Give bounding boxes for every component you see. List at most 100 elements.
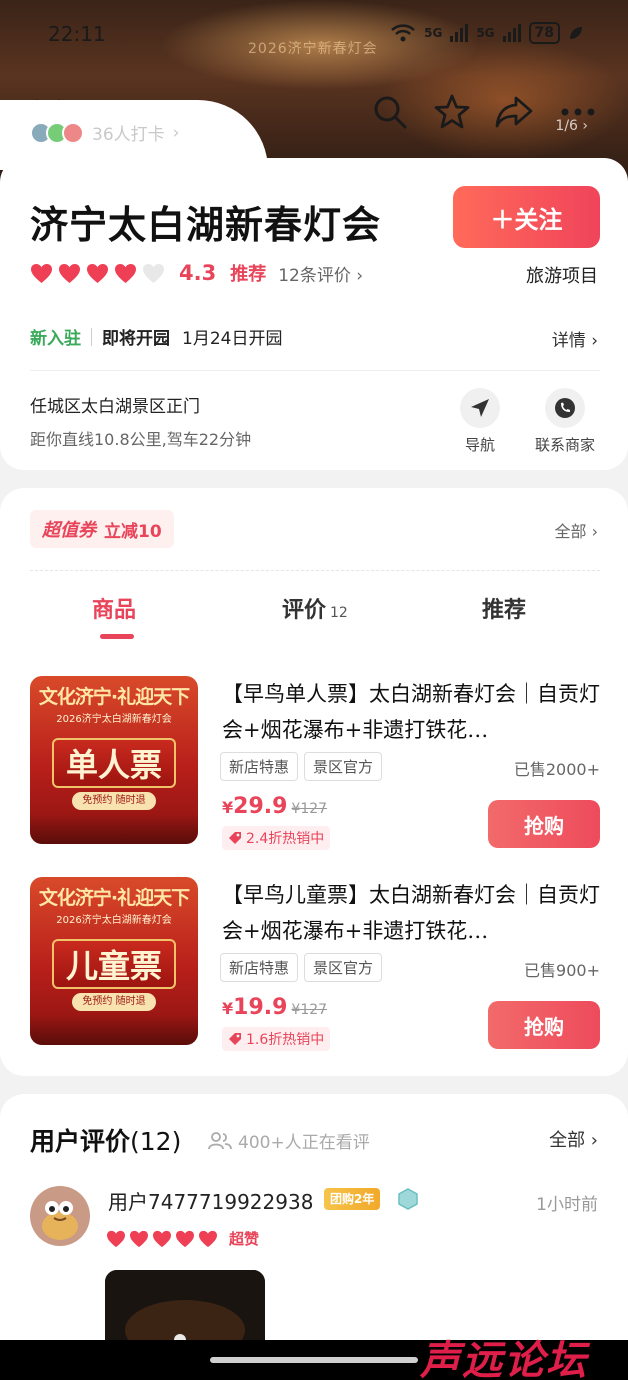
original-price: ¥127 (291, 801, 328, 817)
watermark-logo: 声远论坛 (420, 1338, 588, 1380)
product-item[interactable]: 文化济宁·礼迎天下 2026济宁太白湖新春灯会 单人票 免预约 随时退 【早鸟单… (0, 676, 628, 856)
leaf-icon (570, 27, 582, 39)
review-praise: 超赞 (229, 1230, 260, 1248)
tab-products[interactable]: 商品 (92, 592, 136, 624)
heart-empty-icon (143, 263, 164, 283)
heart-filled-icon (153, 1230, 171, 1247)
network-5g-1: 5G (424, 26, 443, 40)
more-button[interactable] (556, 90, 600, 134)
product-tag: 新店特惠 (220, 953, 299, 982)
search-button[interactable] (368, 90, 412, 134)
status-bar: 22:11 5G 5G 78 (0, 0, 628, 70)
coupon-badge: 超值券 (42, 520, 96, 541)
checkin-bar[interactable]: 36人打卡 › (30, 120, 179, 145)
product-title: 【早鸟儿童票】太白湖新春灯会｜自贡灯会+烟花瀑布+非遗打铁花… (222, 883, 600, 943)
product-tags: 新店特惠 景区官方 (220, 953, 383, 982)
detail-link[interactable]: 详情 › (552, 326, 598, 351)
heart-filled-icon (87, 263, 108, 283)
hot-sale-badge: 2.4折热销中 (222, 826, 331, 850)
category-label: 旅游项目 (526, 266, 598, 287)
tab-bar: 商品 评价 12 推荐 (0, 588, 628, 648)
contact-merchant-button[interactable]: 联系商家 (525, 388, 605, 455)
product-price: ¥19.9 ¥127 (222, 995, 328, 1020)
coupon-all-link[interactable]: 全部 › (555, 518, 599, 542)
avatar[interactable] (30, 1186, 90, 1246)
product-image-plate: 单人票 (52, 738, 176, 788)
review-time: 1小时前 (536, 1195, 598, 1215)
product-tag: 景区官方 (304, 953, 383, 982)
product-tag: 景区官方 (304, 752, 383, 781)
status-icons: 5G 5G 78 (390, 22, 584, 44)
follow-button[interactable]: ＋关注 (453, 186, 600, 248)
rating-tag: 推荐 (230, 264, 267, 285)
tab-reviews[interactable]: 评价 12 (282, 592, 348, 624)
share-button[interactable] (492, 90, 536, 134)
diamond-badge-icon (398, 1188, 418, 1210)
favorite-button[interactable] (430, 90, 474, 134)
hot-sale-badge: 1.6折热销中 (222, 1027, 331, 1051)
product-price: ¥29.9 ¥127 (222, 794, 328, 819)
divider (30, 370, 600, 371)
review-user-name[interactable]: 用户7477719922938 (108, 1186, 313, 1215)
tab-active-indicator (100, 634, 134, 639)
sold-count: 已售900+ (524, 961, 600, 980)
phone-icon (555, 398, 575, 418)
page-title: 济宁太白湖新春灯会 (30, 202, 382, 247)
product-image-tag: 免预约 随时退 (72, 993, 156, 1011)
battery-indicator: 78 (528, 22, 560, 44)
product-image-sub: 2026济宁太白湖新春灯会 (56, 915, 172, 926)
home-indicator[interactable] (210, 1357, 418, 1363)
product-image[interactable]: 文化济宁·礼迎天下 2026济宁太白湖新春灯会 单人票 免预约 随时退 (30, 676, 198, 844)
tag-icon (229, 1033, 241, 1045)
rating-row[interactable]: 4.3 推荐 12条评价 › (30, 260, 363, 286)
checkin-avatars (30, 121, 84, 144)
open-info-row: 新入驻 即将开园 1月24日开园 (30, 324, 282, 349)
reviews-all-link[interactable]: 全部 › (549, 1126, 598, 1152)
product-item[interactable]: 文化济宁·礼迎天下 2026济宁太白湖新春灯会 儿童票 免预约 随时退 【早鸟儿… (0, 877, 628, 1057)
heart-filled-icon (199, 1230, 217, 1247)
review-count-link[interactable]: 12条评价 › (278, 261, 363, 286)
sold-count: 已售2000+ (513, 760, 600, 779)
people-icon (208, 1131, 232, 1149)
new-store-tag: 新入驻 (30, 329, 81, 349)
star-icon (434, 94, 470, 129)
heart-filled-icon (130, 1230, 148, 1247)
product-title: 【早鸟单人票】太白湖新春灯会｜自贡灯会+烟花瀑布+非遗打铁花… (222, 682, 600, 742)
navigate-button[interactable]: 导航 (440, 388, 520, 455)
address-text[interactable]: 任城区太白湖景区正门 (30, 392, 200, 417)
product-image[interactable]: 文化济宁·礼迎天下 2026济宁太白湖新春灯会 儿童票 免预约 随时退 (30, 877, 198, 1045)
tag-icon (229, 832, 241, 844)
tab-recommend[interactable]: 推荐 (482, 592, 526, 624)
status-time: 22:11 (48, 22, 106, 46)
tab-reviews-count: 12 (330, 605, 348, 621)
share-icon (495, 96, 533, 128)
search-icon (374, 96, 407, 129)
signal-icon (450, 24, 469, 42)
coupon-banner[interactable]: 超值券 立减10 (30, 510, 174, 548)
more-icon (561, 108, 595, 116)
user-level-badge: 团购2年 (324, 1188, 381, 1210)
rating-score: 4.3 (179, 261, 217, 285)
open-status: 即将开园 (102, 329, 170, 349)
heart-filled-icon (115, 263, 136, 283)
wifi-icon (391, 24, 415, 42)
review-hearts (106, 1230, 218, 1248)
product-image-plate: 儿童票 (52, 939, 176, 989)
product-image-sub: 2026济宁太白湖新春灯会 (56, 714, 172, 725)
rating-hearts (30, 263, 165, 284)
buy-button[interactable]: 抢购 (488, 800, 600, 848)
signal-icon-2 (502, 24, 521, 42)
review-media-thumbnail[interactable] (105, 1270, 265, 1350)
heart-filled-icon (176, 1230, 194, 1247)
reviews-viewers: 400+人正在看评 (208, 1128, 370, 1153)
reviews-title: 用户评价(12) (30, 1127, 182, 1156)
navigation-icon (471, 399, 489, 417)
buy-button[interactable]: 抢购 (488, 1001, 600, 1049)
review-rating: 超赞 (106, 1228, 259, 1249)
checkin-text: 36人打卡 (92, 125, 165, 145)
coupon-text: 立减10 (104, 521, 162, 542)
distance-text: 距你直线10.8公里,驾车22分钟 (30, 430, 252, 449)
heart-filled-icon (107, 1230, 125, 1247)
product-image-header: 文化济宁·礼迎天下 (38, 887, 190, 909)
open-date: 1月24日开园 (182, 329, 283, 349)
